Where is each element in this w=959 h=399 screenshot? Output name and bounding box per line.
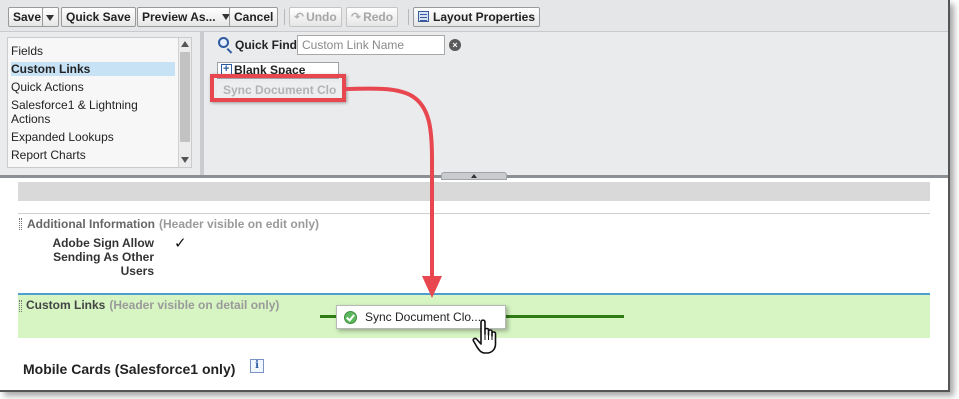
clear-search-icon[interactable]: ×: [449, 39, 461, 51]
layout-properties-button[interactable]: Layout Properties: [413, 7, 541, 27]
category-expanded-lookups[interactable]: Expanded Lookups: [11, 130, 175, 144]
save-button[interactable]: Save: [8, 7, 47, 27]
drag-grip-icon[interactable]: [19, 218, 22, 230]
chevron-down-icon: [46, 14, 54, 21]
quick-find-label: Quick Find: [235, 38, 298, 52]
quick-find-input[interactable]: [297, 35, 445, 55]
save-dropdown-button[interactable]: [42, 7, 59, 27]
dragged-item-label: Sync Document Clo...: [365, 310, 482, 324]
section-divider: [18, 213, 930, 214]
callout-highlight-box: [210, 74, 346, 102]
info-icon[interactable]: i: [250, 359, 264, 373]
layout-properties-label: Layout Properties: [433, 10, 536, 24]
category-salesforce1-lightning-actions[interactable]: Salesforce1 & Lightning Actions: [11, 98, 175, 126]
checkbox-checked-icon: ✓: [174, 235, 187, 252]
undo-icon: ↶: [294, 10, 305, 24]
redo-label: Redo: [363, 10, 394, 24]
page-layout-editor: Save Quick Save Preview As... Cancel ↶ Un…: [0, 0, 950, 392]
toolbar-divider: [408, 9, 409, 25]
section-note: (Header visible on detail only): [109, 298, 280, 312]
check-circle-icon: [344, 311, 357, 324]
palette-category-list: Fields Custom Links Quick Actions Salesf…: [7, 37, 192, 168]
section-title: Custom Links: [26, 298, 106, 312]
toolbar: Save Quick Save Preview As... Cancel ↶ Un…: [0, 0, 948, 32]
section-title: Additional Information: [27, 217, 155, 231]
palette-items-pane: Quick Find × Blank Space Sync Document C…: [205, 32, 940, 172]
category-fields[interactable]: Fields: [11, 44, 175, 58]
quick-find-icon: [218, 37, 229, 48]
redo-button[interactable]: ↷ Redo: [346, 7, 399, 27]
undo-button[interactable]: ↶ Undo: [289, 7, 342, 27]
section-mobile-cards: Mobile Cards (Salesforce1 only): [23, 361, 236, 377]
scroll-up-icon[interactable]: [181, 41, 189, 47]
section-header-bar: [18, 182, 930, 201]
palette-panel: Save Quick Save Preview As... Cancel ↶ Un…: [0, 0, 948, 178]
drag-grip-icon[interactable]: [19, 300, 22, 312]
preview-as-button[interactable]: Preview As...: [137, 7, 235, 27]
redo-icon: ↷: [351, 10, 362, 24]
scrollbar-thumb[interactable]: [180, 52, 190, 142]
layout-properties-icon: [418, 11, 429, 22]
palette-collapse-handle[interactable]: [441, 172, 507, 180]
category-quick-actions[interactable]: Quick Actions: [11, 80, 175, 94]
cancel-button[interactable]: Cancel: [229, 7, 279, 27]
scroll-down-icon[interactable]: [181, 157, 189, 163]
section-additional-information[interactable]: Additional Information (Header visible on…: [27, 217, 319, 231]
section-custom-links[interactable]: Custom Links (Header visible on detail on…: [26, 298, 279, 312]
undo-label: Undo: [306, 10, 337, 24]
category-report-charts[interactable]: Report Charts: [11, 148, 175, 162]
toolbar-divider: [284, 9, 285, 25]
hand-cursor-icon: [472, 319, 497, 354]
pane-divider: [200, 32, 204, 175]
quick-save-button[interactable]: Quick Save: [61, 7, 136, 27]
section-note: (Header visible on edit only): [159, 217, 320, 231]
preview-as-label: Preview As...: [142, 10, 216, 24]
category-scrollbar[interactable]: [178, 38, 191, 167]
field-adobe-sign-allow-sending[interactable]: Adobe Sign Allow Sending As Other Users: [40, 236, 154, 278]
category-custom-links[interactable]: Custom Links: [11, 62, 175, 76]
